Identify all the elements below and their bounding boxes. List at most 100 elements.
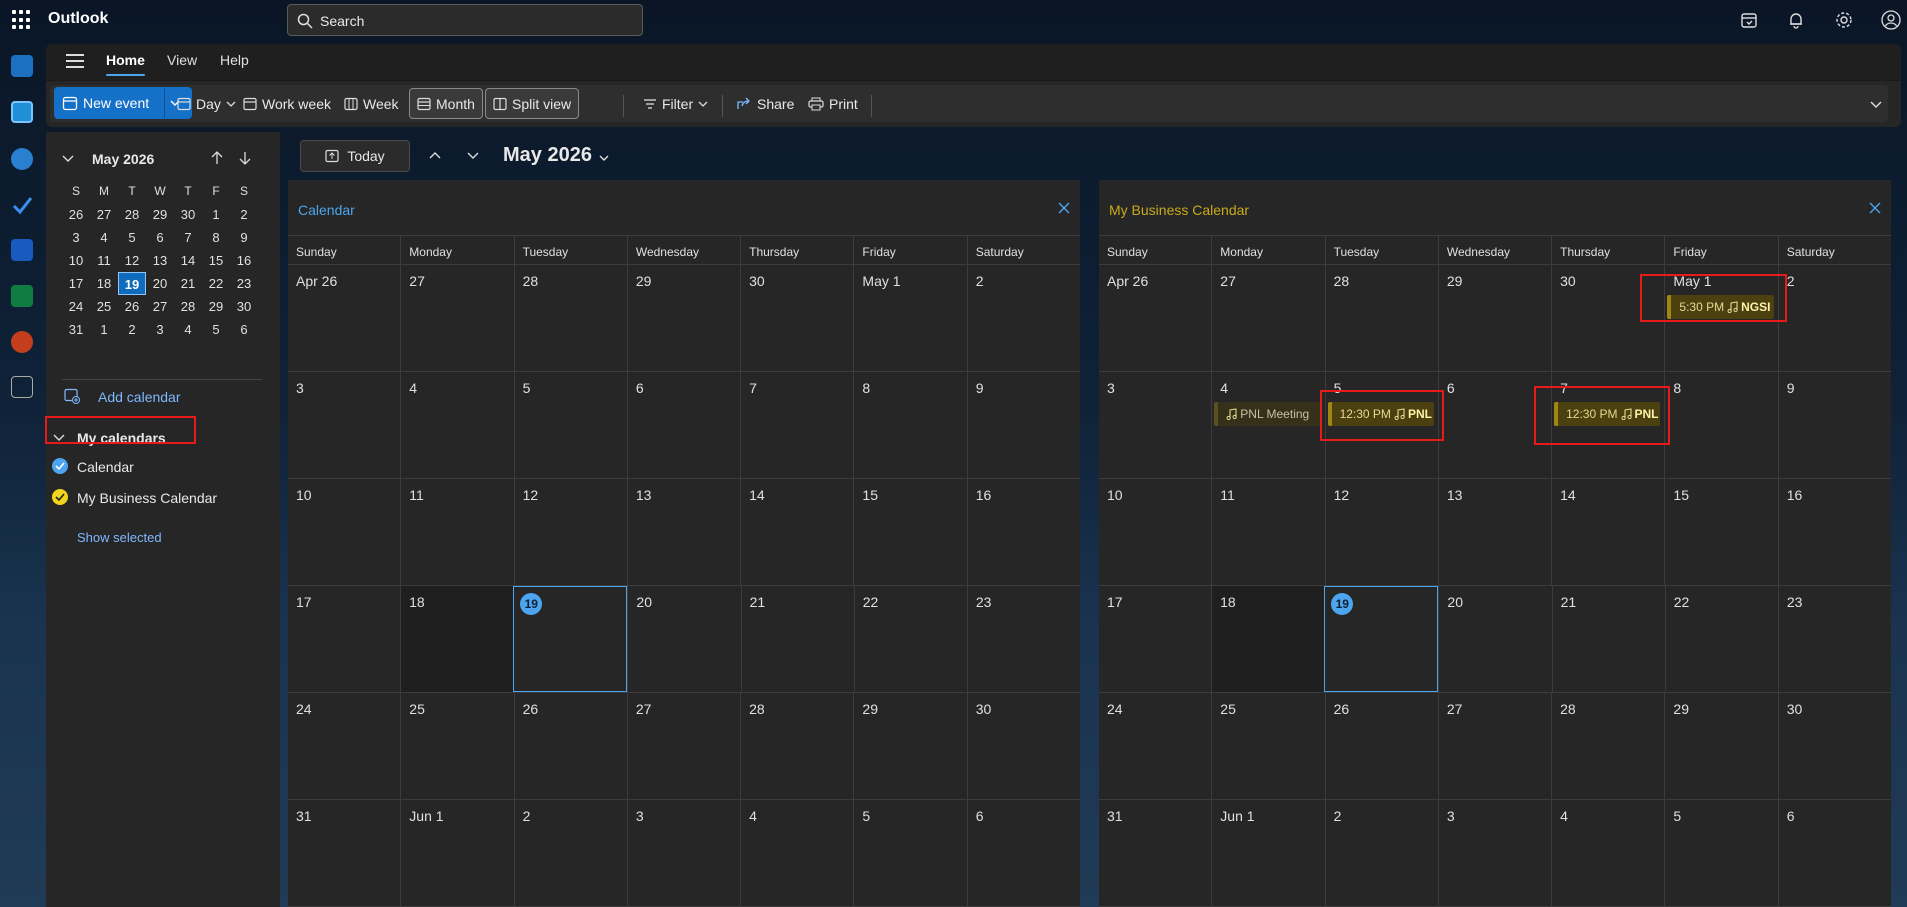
day-cell[interactable]: Jun 1	[1211, 800, 1324, 906]
mini-calendar-day[interactable]: 25	[90, 295, 118, 318]
day-cell[interactable]: 22	[853, 586, 967, 692]
mini-calendar-day[interactable]: 29	[146, 203, 174, 226]
day-cell[interactable]: 30	[1551, 265, 1664, 371]
ribbon-expand-chevron-icon[interactable]	[1870, 99, 1882, 109]
day-cell[interactable]: 31	[1099, 800, 1211, 906]
day-cell[interactable]: 26	[513, 693, 627, 799]
day-cell[interactable]: 17	[288, 586, 400, 692]
mini-calendar-day[interactable]: 4	[90, 226, 118, 249]
day-cell[interactable]: 10	[1099, 479, 1211, 585]
day-cell[interactable]: Apr 26	[288, 265, 400, 371]
day-cell[interactable]: 9	[1777, 372, 1891, 478]
day-cell[interactable]: 21	[1551, 586, 1665, 692]
calendar-event[interactable]: 5:30 PM NGSI	[1667, 295, 1774, 319]
day-cell[interactable]: May 1	[853, 265, 966, 371]
word-app-icon[interactable]	[11, 239, 33, 261]
mini-calendar-day[interactable]: 13	[146, 249, 174, 272]
day-view-button[interactable]: Day	[170, 88, 243, 120]
mini-calendar-day[interactable]: 8	[202, 226, 230, 249]
day-cell[interactable]: 30	[740, 265, 853, 371]
day-cell[interactable]: 28	[1324, 265, 1438, 371]
day-cell[interactable]: 27	[1211, 265, 1324, 371]
mini-calendar-day[interactable]: 5	[202, 318, 230, 341]
day-cell[interactable]: 11	[400, 479, 513, 585]
mini-calendar-day[interactable]: 27	[146, 295, 174, 318]
day-cell[interactable]: 24	[1099, 693, 1211, 799]
day-cell[interactable]: 27	[1437, 693, 1551, 799]
day-cell[interactable]: 8	[1664, 372, 1777, 478]
mini-calendar-day[interactable]: 6	[146, 226, 174, 249]
day-cell[interactable]: 12	[513, 479, 627, 585]
mini-calendar-day[interactable]: 6	[230, 318, 258, 341]
calendar-event[interactable]: 12:30 PM PNL	[1554, 402, 1661, 426]
day-cell[interactable]: 28	[513, 265, 627, 371]
mini-calendar-day[interactable]: 16	[230, 249, 258, 272]
day-cell[interactable]: 3	[626, 800, 740, 906]
day-cell[interactable]: 30	[1777, 693, 1891, 799]
day-cell[interactable]: 31	[288, 800, 400, 906]
current-month-title[interactable]: May 2026	[503, 144, 592, 167]
tab-help[interactable]: Help	[220, 52, 249, 68]
calendar-event[interactable]: PNL Meeting	[1214, 402, 1321, 426]
collapse-chevron-icon[interactable]	[53, 433, 65, 443]
day-cell[interactable]: 5	[1664, 800, 1777, 906]
mini-calendar-day[interactable]: 3	[146, 318, 174, 341]
day-cell[interactable]: 6	[966, 800, 1080, 906]
day-cell[interactable]: 26	[1324, 693, 1438, 799]
tab-view[interactable]: View	[167, 52, 197, 68]
search-box[interactable]: Search	[287, 4, 643, 36]
chevron-down-icon[interactable]	[599, 154, 609, 162]
day-cell[interactable]: 14	[740, 479, 853, 585]
gear-icon[interactable]	[1834, 10, 1854, 30]
day-cell[interactable]: 2	[966, 265, 1080, 371]
day-cell[interactable]: 21	[740, 586, 854, 692]
day-cell[interactable]: 3	[1437, 800, 1551, 906]
arrow-up-icon[interactable]	[211, 151, 223, 165]
mini-calendar-day[interactable]: 29	[202, 295, 230, 318]
mini-calendar-day[interactable]: 21	[174, 272, 202, 295]
day-cell[interactable]: 29	[1437, 265, 1551, 371]
today-button[interactable]: Today	[300, 140, 410, 172]
day-cell[interactable]: 24	[288, 693, 400, 799]
mini-calendar-day[interactable]: 18	[90, 272, 118, 295]
filter-button[interactable]: Filter	[636, 88, 715, 120]
my-calendars-heading[interactable]: My calendars	[77, 430, 166, 446]
mini-calendar-day[interactable]: 1	[90, 318, 118, 341]
mini-calendar-day[interactable]: 1	[202, 203, 230, 226]
todo-app-icon[interactable]	[11, 194, 33, 216]
day-cell[interactable]: 5 12:30 PM PNL	[1324, 372, 1438, 478]
tab-home[interactable]: Home	[106, 52, 145, 76]
print-button[interactable]: Print	[801, 88, 865, 120]
day-cell[interactable]: 10	[288, 479, 400, 585]
mini-calendar-day[interactable]: 23	[230, 272, 258, 295]
day-cell[interactable]: 4	[1551, 800, 1664, 906]
day-cell[interactable]: 5	[853, 800, 966, 906]
day-cell[interactable]: 16	[1777, 479, 1891, 585]
mini-calendar-day[interactable]: 3	[62, 226, 90, 249]
day-cell[interactable]: 5	[513, 372, 627, 478]
mail-app-icon[interactable]	[11, 55, 33, 77]
day-cell[interactable]: 4 PNL Meeting	[1211, 372, 1324, 478]
day-cell[interactable]: 20	[627, 586, 740, 692]
collapse-chevron-icon[interactable]	[62, 154, 74, 164]
business-calendar-check-icon[interactable]	[52, 489, 68, 505]
day-cell[interactable]: 15	[853, 479, 966, 585]
day-cell[interactable]: 13	[626, 479, 740, 585]
excel-app-icon[interactable]	[11, 285, 33, 307]
day-cell[interactable]: 6	[1777, 800, 1891, 906]
mini-calendar-day[interactable]: 14	[174, 249, 202, 272]
day-cell[interactable]: 8	[853, 372, 966, 478]
add-calendar-link[interactable]: Add calendar	[98, 389, 181, 405]
app-launcher-icon[interactable]	[12, 10, 32, 30]
powerpoint-app-icon[interactable]	[11, 331, 33, 353]
mini-calendar-day[interactable]: 27	[90, 203, 118, 226]
mini-calendar-title[interactable]: May 2026	[92, 151, 154, 167]
day-cell[interactable]: 23	[966, 586, 1080, 692]
app-title[interactable]: Outlook	[48, 10, 108, 28]
more-apps-icon[interactable]	[11, 376, 33, 398]
show-selected-link[interactable]: Show selected	[77, 530, 162, 545]
day-cell[interactable]: 6	[1437, 372, 1551, 478]
day-cell[interactable]: 11	[1211, 479, 1324, 585]
next-month-icon[interactable]	[466, 151, 480, 161]
day-cell[interactable]: 23	[1777, 586, 1891, 692]
